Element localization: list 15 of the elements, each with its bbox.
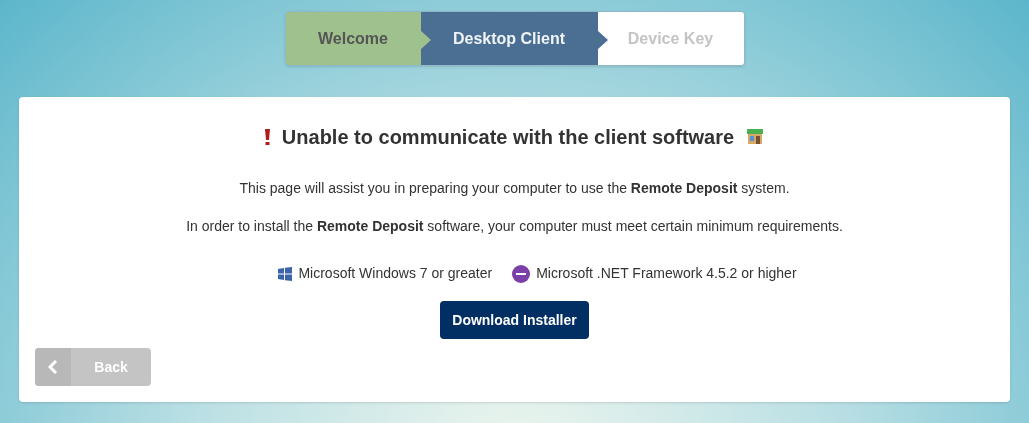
- step-chevron: [597, 31, 608, 49]
- step-chevron: [420, 31, 431, 49]
- chevron-left-icon: [48, 360, 58, 374]
- heading: Unable to communicate with the client software: [281, 125, 735, 150]
- requirement-text: Microsoft .NET Framework 4.5.2 or higher: [536, 264, 797, 283]
- paragraph: In order to install the Remote Deposit software, your computer must meet certain minimum requirements.: [186, 217, 843, 236]
- wizard-step: Welcome: [285, 12, 421, 65]
- wizard-step: Desktop Client: [420, 12, 598, 65]
- paragraph: This page will assist you in preparing your computer to use the Remote Deposit system.: [239, 179, 790, 198]
- storefront-icon: [746, 128, 765, 146]
- download-button[interactable]: Download Installer: [440, 301, 589, 339]
- wizard-step: Device Key: [597, 12, 744, 65]
- windows-logo-icon: [278, 266, 293, 281]
- requirement-text: Microsoft Windows 7 or greater: [298, 264, 493, 283]
- exclamation-icon: [264, 129, 270, 145]
